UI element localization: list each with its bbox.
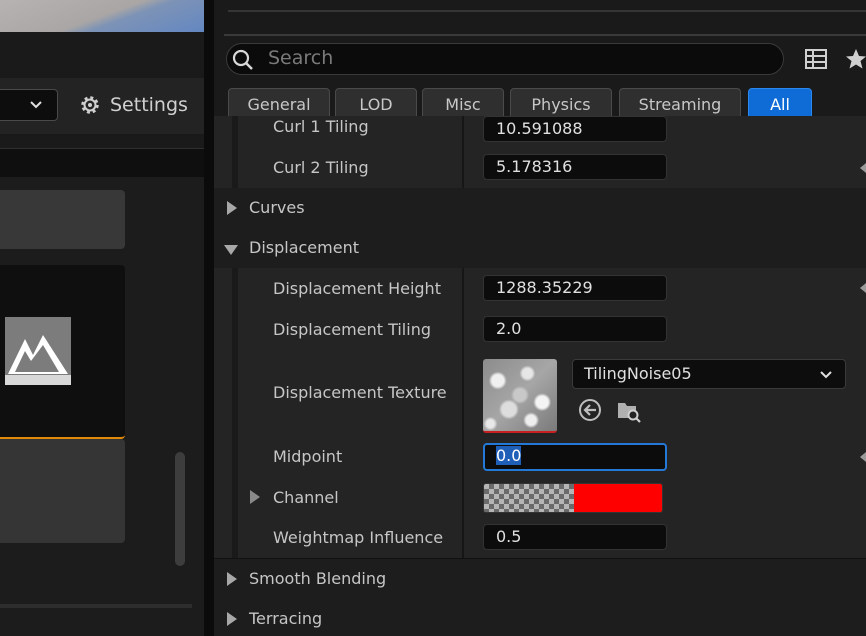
search-placeholder: Search [268, 47, 334, 69]
weightmap-influence-field[interactable]: 0.5 [483, 524, 667, 550]
expand-arrow-icon[interactable] [227, 612, 237, 626]
property-row-midpoint: Midpoint 0.0 [214, 437, 866, 478]
property-row-displacement-height: Displacement Height 1288.35229 [214, 268, 866, 310]
mode-dropdown[interactable] [0, 89, 58, 121]
texture-thumbnail[interactable] [483, 359, 557, 433]
chevron-down-icon [820, 371, 832, 379]
texture-asset-name: TilingNoise05 [584, 364, 692, 383]
texture-asset-dropdown[interactable]: TilingNoise05 [572, 359, 846, 389]
displacement-tiling-field[interactable]: 2.0 [483, 316, 667, 342]
divider [0, 604, 192, 608]
reset-arrow-icon[interactable] [860, 452, 866, 462]
details-header [224, 0, 866, 36]
reset-arrow-icon[interactable] [860, 163, 866, 173]
left-panel: Settings [0, 0, 204, 636]
property-row-displacement-tiling: Displacement Tiling 2.0 [214, 309, 866, 351]
category-curves[interactable]: Curves [214, 188, 866, 229]
expand-arrow-icon[interactable] [250, 490, 260, 504]
property-row-curl1: Curl 1 Tiling 10.591088 [214, 116, 866, 149]
gear-icon [81, 96, 99, 114]
panel-splitter[interactable] [204, 0, 214, 636]
category-displacement[interactable]: Displacement [214, 228, 866, 269]
chevron-down-icon [30, 101, 42, 109]
tool-card[interactable] [0, 190, 125, 249]
category-terracing[interactable]: Terracing [214, 599, 866, 636]
collapse-arrow-icon[interactable] [224, 245, 238, 255]
expand-arrow-icon[interactable] [227, 201, 237, 215]
channel-color [574, 484, 662, 512]
midpoint-field[interactable]: 0.0 [483, 443, 667, 471]
scrollbar[interactable] [175, 452, 185, 566]
table-view-icon[interactable] [804, 47, 828, 71]
property-row-curl2: Curl 2 Tiling 5.178316 [214, 148, 866, 189]
channel-color-swatch[interactable] [483, 483, 663, 513]
browse-asset-icon[interactable] [616, 398, 642, 424]
settings-label: Settings [110, 94, 188, 116]
property-row-weightmap-influence: Weightmap Influence 0.5 [214, 518, 866, 559]
expand-arrow-icon[interactable] [227, 572, 237, 586]
viewport-preview[interactable] [0, 0, 204, 32]
category-smooth-blending[interactable]: Smooth Blending [214, 559, 866, 600]
search-input[interactable]: Search [226, 43, 784, 75]
landscape-icon [5, 317, 71, 385]
tool-card[interactable] [0, 439, 125, 543]
displacement-height-field[interactable]: 1288.35229 [483, 275, 667, 301]
details-panel: Search General LOD Misc Physics Streamin… [214, 0, 866, 636]
curl2-value-field[interactable]: 5.178316 [483, 154, 667, 180]
star-icon[interactable] [844, 47, 866, 71]
alpha-checker [484, 484, 574, 512]
settings-button[interactable]: Settings [78, 92, 188, 118]
search-icon [232, 49, 253, 70]
use-selected-asset-icon[interactable] [578, 398, 602, 422]
left-strip [0, 148, 204, 177]
reset-arrow-icon[interactable] [860, 283, 866, 293]
curl1-value[interactable]: 10.591088 [483, 116, 667, 142]
